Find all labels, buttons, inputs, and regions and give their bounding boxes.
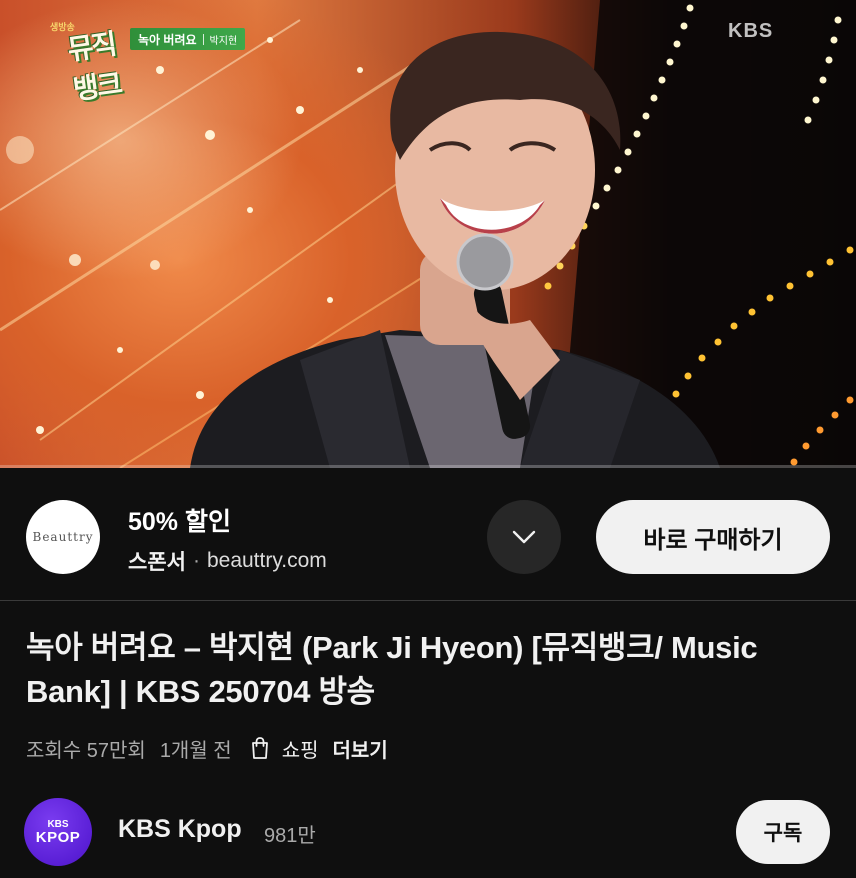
ad-advertiser-logo[interactable]: Beauttry xyxy=(26,500,100,574)
ad-meta: 스폰서 · beauttry.com xyxy=(128,546,327,576)
channel-avatar[interactable]: KBS KPOP xyxy=(24,798,92,866)
ad-meta-separator: · xyxy=(192,549,200,572)
lower-third-artist: 박지현 xyxy=(209,35,238,47)
subscriber-count: 981만 xyxy=(264,825,316,847)
video-title[interactable]: 녹아 버려요 – 박지현 (Park Ji Hyeon) [뮤직뱅크/ Musi… xyxy=(26,626,826,714)
video-player[interactable]: 생방송 뮤직뱅크 녹아 버려요 박지현 KBS xyxy=(0,0,856,468)
section-divider xyxy=(0,600,856,601)
ad-headline[interactable]: 50% 할인 xyxy=(128,502,231,538)
ad-domain: beauttry.com xyxy=(206,549,327,572)
lower-third-caption: 녹아 버려요 박지현 xyxy=(130,28,246,50)
channel-avatar-line2: KPOP xyxy=(35,828,81,846)
view-count: 조회수 57만회 xyxy=(26,739,146,762)
more-button[interactable]: 더보기 xyxy=(333,734,388,763)
shopping-bag-icon xyxy=(250,736,270,760)
chevron-down-icon xyxy=(512,530,536,544)
subscribe-button[interactable]: 구독 xyxy=(736,800,830,864)
lower-third-separator xyxy=(202,33,204,45)
shopping-label[interactable]: 쇼핑 xyxy=(282,734,319,763)
ad-buy-now-button[interactable]: 바로 구매하기 xyxy=(596,500,830,574)
video-stats-row[interactable]: 조회수 57만회 1개월 전 쇼핑 더보기 xyxy=(26,733,388,763)
channel-name[interactable]: KBS Kpop xyxy=(118,815,242,844)
broadcaster-watermark: KBS xyxy=(728,20,774,42)
ad-logo-text: Beauttry xyxy=(32,530,94,544)
ad-sponsor-label: 스폰서 xyxy=(128,551,186,574)
lower-third-song: 녹아 버려요 xyxy=(138,32,197,47)
show-logo: 생방송 뮤직뱅크 xyxy=(44,16,136,105)
upload-age: 1개월 전 xyxy=(159,739,232,762)
ad-expand-button[interactable] xyxy=(487,500,561,574)
channel-avatar-line1: KBS xyxy=(47,818,69,830)
